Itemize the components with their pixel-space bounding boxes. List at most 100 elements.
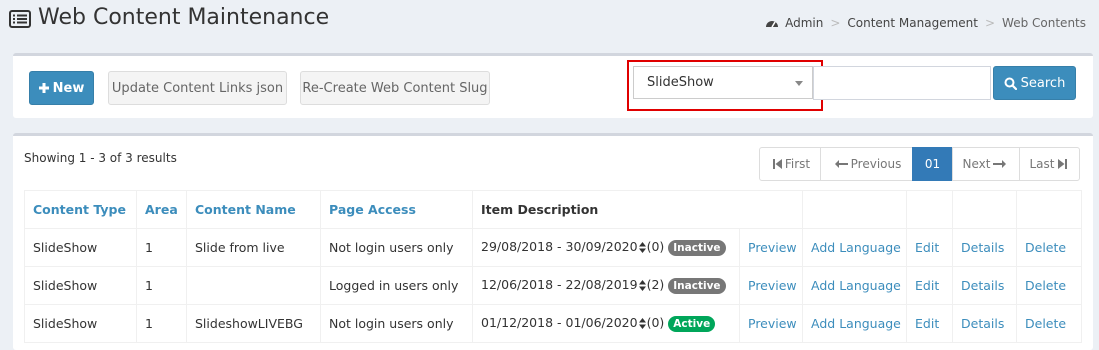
cell-add-language: Add Language: [802, 266, 908, 305]
delete-link[interactable]: Delete: [1025, 278, 1066, 293]
cell-content-type: SlideShow: [24, 266, 137, 305]
add-language-link[interactable]: Add Language: [811, 240, 901, 255]
delete-link[interactable]: Delete: [1025, 240, 1066, 255]
new-button-label: New: [52, 80, 85, 96]
step-backward-icon: [772, 159, 782, 169]
table-row: SlideShow 1 Logged in users only 12/06/2…: [24, 266, 1083, 305]
date-range: 29/08/2018 - 30/09/2020: [481, 239, 638, 255]
add-language-link[interactable]: Add Language: [811, 278, 901, 293]
status-badge: Inactive: [668, 277, 726, 294]
cell-details: Details: [952, 304, 1018, 343]
search-icon: [1004, 77, 1017, 90]
sort-icon: [638, 280, 646, 292]
cell-delete: Delete: [1016, 228, 1083, 267]
item-count: (2): [646, 277, 665, 293]
cell-area: 1: [136, 266, 187, 305]
pager-first[interactable]: First: [759, 147, 821, 181]
cell-page-access: Logged in users only: [320, 266, 473, 305]
details-link[interactable]: Details: [961, 278, 1004, 293]
update-content-links-button[interactable]: Update Content Links json: [108, 71, 287, 105]
preview-link[interactable]: Preview: [748, 316, 797, 331]
cell-area: 1: [136, 228, 187, 267]
pager-first-label: First: [784, 157, 811, 171]
cell-delete: Delete: [1016, 304, 1083, 343]
page-header: Web Content Maintenance Admin > Content …: [0, 0, 1099, 44]
table-header-row: Content Type Area Content Name Page Acce…: [24, 190, 1083, 229]
arrow-right-icon: [993, 160, 1007, 168]
cell-item-description: 12/06/2018 - 22/08/2019 (2) Inactive: [472, 266, 740, 305]
sort-icon: [638, 318, 646, 330]
date-range: 01/12/2018 - 01/06/2020: [481, 315, 638, 331]
pagination: First Previous 01 Next Last: [759, 147, 1080, 181]
cell-content-type: SlideShow: [24, 304, 137, 343]
breadcrumb-item-web-contents: Web Contents: [1002, 16, 1086, 30]
cell-add-language: Add Language: [802, 228, 908, 267]
column-header-content-type[interactable]: Content Type: [24, 190, 137, 229]
pager-last[interactable]: Last: [1019, 147, 1080, 181]
column-header-content-name[interactable]: Content Name: [186, 190, 321, 229]
preview-link[interactable]: Preview: [748, 278, 797, 293]
new-button[interactable]: New: [29, 71, 94, 105]
delete-link[interactable]: Delete: [1025, 316, 1066, 331]
preview-link[interactable]: Preview: [748, 240, 797, 255]
item-count: (0): [646, 239, 665, 255]
status-badge: Active: [668, 315, 716, 332]
cell-content-name: SlideshowLIVEBG: [186, 304, 321, 343]
search-button-label: Search: [1020, 75, 1066, 91]
arrow-left-icon: [834, 160, 848, 168]
content-type-select[interactable]: SlideShow: [633, 66, 813, 99]
cell-details: Details: [952, 228, 1018, 267]
recreate-slug-button[interactable]: Re-Create Web Content Slug: [300, 71, 490, 105]
toolbar-box: New Update Content Links json Re-Create …: [13, 53, 1093, 118]
cell-page-access: Not login users only: [320, 228, 473, 267]
cell-edit: Edit: [906, 266, 954, 305]
breadcrumb-item-content-management[interactable]: Content Management: [847, 16, 978, 30]
column-header-blank: [952, 190, 1018, 229]
status-badge: Inactive: [668, 239, 726, 256]
cell-preview: Preview: [738, 304, 804, 343]
dashboard-icon: [766, 21, 779, 28]
cell-preview: Preview: [738, 266, 804, 305]
breadcrumb-item-admin[interactable]: Admin: [785, 16, 823, 30]
pager-previous-label: Previous: [850, 157, 902, 171]
breadcrumb-separator: >: [830, 16, 841, 30]
cell-details: Details: [952, 266, 1018, 305]
edit-link[interactable]: Edit: [915, 316, 939, 331]
details-link[interactable]: Details: [961, 316, 1004, 331]
cell-content-name: [186, 266, 321, 305]
sort-icon: [638, 242, 646, 254]
column-header-blank: [1016, 190, 1083, 229]
column-header-area[interactable]: Area: [136, 190, 187, 229]
item-count: (0): [646, 315, 665, 331]
edit-link[interactable]: Edit: [915, 240, 939, 255]
cell-content-type: SlideShow: [24, 228, 137, 267]
plus-icon: [38, 83, 49, 93]
table-row: SlideShow 1 Slide from live Not login us…: [24, 228, 1083, 267]
pager-next-label: Next: [962, 157, 991, 171]
cell-item-description: 01/12/2018 - 01/06/2020 (0) Active: [472, 304, 740, 343]
edit-link[interactable]: Edit: [915, 278, 939, 293]
cell-content-name: Slide from live: [186, 228, 321, 267]
web-content-table: Content Type Area Content Name Page Acce…: [24, 190, 1083, 343]
page-title: Web Content Maintenance: [38, 5, 330, 30]
pager-next[interactable]: Next: [952, 147, 1020, 181]
results-box: Showing 1 - 3 of 3 results First Previou…: [13, 133, 1093, 350]
cell-edit: Edit: [906, 228, 954, 267]
column-header-blank: [906, 190, 954, 229]
pager-page-current[interactable]: 01: [912, 147, 953, 181]
add-language-link[interactable]: Add Language: [811, 316, 901, 331]
results-summary: Showing 1 - 3 of 3 results: [24, 151, 177, 165]
step-forward-icon: [1057, 159, 1067, 169]
cell-page-access: Not login users only: [320, 304, 473, 343]
search-button[interactable]: Search: [993, 66, 1076, 100]
breadcrumb-separator: >: [984, 16, 996, 30]
breadcrumb: Admin > Content Management > Web Content…: [765, 16, 1086, 30]
column-header-page-access[interactable]: Page Access: [320, 190, 473, 229]
pager-last-label: Last: [1029, 157, 1055, 171]
content-type-select-value: SlideShow: [647, 75, 714, 90]
pager-previous[interactable]: Previous: [820, 147, 913, 181]
date-range: 12/06/2018 - 22/08/2019: [481, 277, 638, 293]
search-input[interactable]: [813, 66, 991, 100]
details-link[interactable]: Details: [961, 240, 1004, 255]
column-header-blank: [802, 190, 908, 229]
